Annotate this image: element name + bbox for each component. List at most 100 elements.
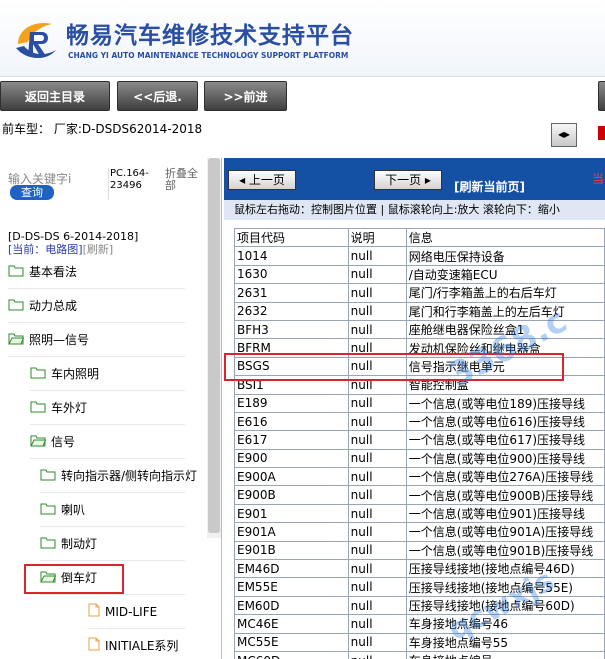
cell-desc: null xyxy=(347,485,407,505)
next-page-button[interactable]: 下一页 ▸ xyxy=(374,170,442,190)
refresh-page-link[interactable]: [刷新当前页] xyxy=(454,178,525,195)
cell-info: 一个信息(或等电位617)压接导线 xyxy=(405,430,605,450)
folder-icon xyxy=(30,400,46,416)
cell-desc: null xyxy=(347,595,407,616)
highlight-box xyxy=(24,564,124,594)
cell-desc: null xyxy=(347,264,407,285)
tree-item-label: 转向指示器/侧转向指示灯 xyxy=(61,469,198,483)
cell-info: 尾门/行李箱盖上的右后车灯 xyxy=(405,283,605,303)
cell-code: 1014 xyxy=(234,246,349,266)
back-button[interactable]: <<后退. xyxy=(117,81,198,111)
cell-info: 车身接地点编号46 xyxy=(405,614,605,634)
table-row[interactable]: 2631 null 尾门/行李箱盖上的右后车灯 xyxy=(234,283,605,303)
folder-icon xyxy=(40,468,56,484)
cell-info: 压接导线接地(接地点编号60D) xyxy=(405,595,605,616)
cell-desc: null xyxy=(347,448,407,469)
cell-code: E901 xyxy=(234,503,349,524)
tree-item-label: 制动灯 xyxy=(61,537,98,551)
table-row[interactable]: MC55E null 车身接地点编号55 xyxy=(234,632,605,652)
cell-desc: null xyxy=(347,301,407,321)
table-row[interactable]: BFH3 null 座舱继电器保险丝盒1 xyxy=(234,319,605,340)
cell-info: 一个信息(或等电位900)压接导线 xyxy=(405,448,605,469)
tree-item-label: MID-LIFE xyxy=(105,604,158,619)
table-row[interactable]: MC46E null 车身接地点编号46 xyxy=(234,614,605,634)
table-row[interactable]: 2632 null 尾门和行李箱盖上的左后车灯 xyxy=(234,301,605,321)
cell-info: 车身接地点编号55 xyxy=(405,632,605,652)
cell-desc: null xyxy=(347,411,407,432)
tree-item[interactable]: 信号 xyxy=(30,425,185,459)
table-row[interactable]: 1630 null/自动变速箱ECU xyxy=(234,264,605,285)
folder-icon xyxy=(30,366,46,382)
table-row[interactable]: 1014 null 网络电压保持设备 xyxy=(234,246,605,266)
search-button[interactable]: 查询 xyxy=(10,185,54,200)
table-row[interactable]: E616 null 一个信息(或等电位616)压接导线 xyxy=(234,411,605,432)
col-header-info: 信息 xyxy=(405,227,605,248)
toolbar-red-text: 当 xyxy=(592,172,605,186)
tree-item[interactable]: 车外灯 xyxy=(30,391,185,425)
cell-info: 一个信息(或等电位276A)压接导线 xyxy=(405,467,605,487)
cell-code: 1630 xyxy=(234,264,349,285)
table-header-row: 项目代码 说明 信息 xyxy=(234,227,605,248)
cell-desc: null xyxy=(347,577,407,597)
cell-info: 一个信息(或等电位616)压接导线 xyxy=(405,411,605,432)
table-row[interactable]: E901B null 一个信息(或等电位901B)压接导线 xyxy=(234,540,605,561)
col-header-code: 项目代码 xyxy=(234,227,349,248)
tree-item[interactable]: MID-LIFE xyxy=(88,595,185,629)
red-marker xyxy=(598,126,605,140)
table-row[interactable]: E189 null 一个信息(或等电位189)压接导线 xyxy=(234,393,605,413)
component-table-wrap: 项目代码 说明 信息 1014 null 网络电压保持设备 1630 null/自动变速… xyxy=(234,227,605,659)
site-subtitle: CHANG YI AUTO MAINTENANCE TECHNOLOGY SUP… xyxy=(68,51,349,60)
tree-item[interactable]: 车内照明 xyxy=(30,357,185,391)
table-row[interactable]: EM46D null 压接导线接地(接地点编号46D) xyxy=(234,559,605,579)
nav-overflow-button[interactable] xyxy=(598,81,605,111)
tree-item[interactable]: 动力总成 xyxy=(8,289,185,323)
table-row[interactable]: EM60D null 压接导线接地(接地点编号60D) xyxy=(234,595,605,616)
tree-item[interactable]: 转向指示器/侧转向指示灯 xyxy=(40,459,197,493)
collapse-all-link[interactable]: 折叠全部 xyxy=(165,168,205,192)
tree-path: [D-DS-DS 6-2014-2018] xyxy=(8,230,139,243)
table-row[interactable]: EM55E null 压接导线接地(接地点编号55E) xyxy=(234,577,605,597)
cell-code: MC46E xyxy=(234,614,349,634)
cell-info: 尾门和行李箱盖上的左后车灯 xyxy=(405,301,605,321)
tree-item[interactable]: 喇叭 xyxy=(40,493,185,527)
cell-code: MC55E xyxy=(234,632,349,652)
tree-header: [D-DS-DS 6-2014-2018] [当前：电路图][刷新] xyxy=(8,230,138,256)
tree-item-label: 喇叭 xyxy=(61,503,86,517)
cell-info: 一个信息(或等电位900B)压接导线 xyxy=(405,485,605,505)
table-row[interactable]: E617 null 一个信息(或等电位617)压接导线 xyxy=(234,430,605,450)
nav-bar: 返回主目录 <<后退. >>前进 xyxy=(0,76,605,112)
table-row[interactable]: E901 null 一个信息(或等电位901)压接导线 xyxy=(234,503,605,524)
cell-desc: null xyxy=(347,614,407,634)
tree-item-label: 照明—信号 xyxy=(29,333,90,347)
cell-info: 一个信息(或等电位189)压接导线 xyxy=(405,393,605,413)
tree-item-label: 基本看法 xyxy=(29,265,78,279)
tree-item[interactable]: 照明—信号 xyxy=(8,323,185,357)
app-window: 畅易汽车维修技术支持平台 CHANG YI AUTO MAINTENANCE T… xyxy=(0,0,605,659)
table-row[interactable]: E900B null 一个信息(或等电位900B)压接导线 xyxy=(234,485,605,505)
table-row[interactable]: E901A null 一个信息(或等电位901A)压接导线 xyxy=(234,522,605,542)
prev-page-button[interactable]: ◂ 上一页 xyxy=(228,170,296,190)
tree-item-label: 车内照明 xyxy=(51,367,100,381)
forward-button[interactable]: >>前进 xyxy=(204,81,287,111)
tree-scroll-thumb[interactable] xyxy=(208,158,220,533)
table-row[interactable]: MC60Dnull车身接地点编号 xyxy=(234,650,605,659)
cell-info: /自动变速箱ECU xyxy=(405,264,605,285)
cell-desc: null xyxy=(347,559,407,579)
cell-desc: null xyxy=(347,393,407,413)
tree-item[interactable]: 基本看法 xyxy=(8,255,185,289)
panel-toggle-button[interactable]: ◂▸ xyxy=(551,123,577,147)
cell-code: EM46D xyxy=(234,559,349,579)
cell-desc: null xyxy=(347,503,407,524)
folder-icon xyxy=(40,536,56,552)
cell-code: 2631 xyxy=(234,283,349,303)
home-button[interactable]: 返回主目录 xyxy=(0,81,110,111)
tree-panel: 输入关键字i 查询 PC.164-23496 折叠全部 [D-DS-DS 6-2… xyxy=(0,158,222,659)
tree-item[interactable]: INITIALE系列 xyxy=(88,629,185,659)
table-row[interactable]: E900 null 一个信息(或等电位900)压接导线 xyxy=(234,448,605,469)
cell-code: E900B xyxy=(234,485,349,505)
tree-item[interactable]: 制动灯 xyxy=(40,527,185,561)
content-panel: ◂ 上一页 下一页 ▸ [刷新当前页] 当 鼠标左右拖动：控制图片位置 | 鼠标… xyxy=(224,158,605,659)
cell-desc: null xyxy=(347,632,407,652)
table-row[interactable]: E900A null 一个信息(或等电位276A)压接导线 xyxy=(234,467,605,487)
site-title: 畅易汽车维修技术支持平台 xyxy=(66,23,354,49)
